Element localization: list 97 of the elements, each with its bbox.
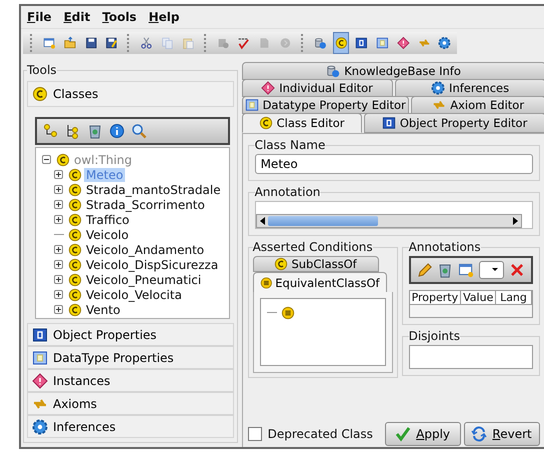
expand-toggle[interactable] [54,260,63,269]
add-subclass-icon[interactable] [43,123,59,139]
accordion-header[interactable]: DataType Properties [27,346,234,369]
expand-toggle[interactable] [54,290,63,299]
panel-title: Tools [27,63,57,77]
diamond-icon [32,372,48,388]
tree-item[interactable]: Strada_mantoStradale [84,182,223,196]
arrows-icon [432,98,446,112]
tree-item[interactable]: Veicolo_Andamento [84,242,206,256]
disjoints-list[interactable] [408,345,533,369]
class-icon [56,152,70,166]
search-icon[interactable] [131,123,147,139]
action-button[interactable]: Revert [464,422,540,446]
tab[interactable]: Individual Editor [242,79,393,97]
tab[interactable]: EquivalentClassOf [252,272,387,292]
accordion-header[interactable]: Object Properties [27,323,234,346]
group-title: Asserted Conditions [252,240,373,254]
action-button[interactable]: Apply [384,422,461,446]
gear-icon [32,418,48,434]
tree-item[interactable]: Traffico [84,212,132,226]
tab[interactable]: Object Property Editor [364,113,544,133]
remove-icon[interactable] [509,261,526,279]
property-icon [382,116,396,130]
class-icon [68,242,82,256]
column-header[interactable]: Value [461,291,496,304]
revert-icon [471,426,488,442]
scroll-bar[interactable] [256,214,522,228]
database-icon [326,64,340,78]
check-icon [395,426,412,442]
checkbox[interactable] [248,427,262,441]
pencil-icon[interactable] [416,261,432,279]
expand-toggle[interactable] [54,215,63,224]
equivalent-icon [280,306,295,320]
class-icon [68,228,82,242]
collapse-toggle[interactable] [42,155,51,164]
gear-icon [431,81,446,95]
tab[interactable]: Class Editor [242,113,362,133]
menu-item[interactable]: File [27,10,52,24]
tree-item[interactable]: Veicolo_Velocita [84,288,184,302]
class-icon [68,288,82,302]
class-icon [68,182,82,196]
tab[interactable]: SubClassOf [252,256,379,272]
group-title: Annotation [254,185,320,199]
deprecated-checkbox[interactable]: Deprecated Class [248,427,382,441]
tree-item[interactable]: Strada_Scorrimento [84,198,207,212]
expand-toggle[interactable] [54,170,63,179]
expand-toggle[interactable] [54,200,63,209]
datatype-icon [32,350,48,366]
class-name-field[interactable]: Meteo [254,154,533,174]
diamond-icon [261,81,276,95]
class-icon [68,258,82,272]
group-title: Class Name [254,138,326,152]
group-title: Annotations [408,240,481,254]
class-icon [68,212,82,226]
tab[interactable]: Axiom Editor [410,96,544,114]
class-icon [258,116,273,130]
accordion-header[interactable]: Axioms [27,392,234,415]
tree-item[interactable]: Veicolo [84,228,131,242]
tree-item[interactable]: Veicolo_Pneumatici [84,272,204,286]
tree-item[interactable]: Vento [84,302,122,316]
tree-item[interactable]: owl:Thing [72,152,134,166]
class-icon [68,168,82,182]
dropdown[interactable] [479,261,504,279]
class-icon [68,302,82,316]
scroll-thumb[interactable] [268,216,378,226]
scroll-right-icon[interactable] [512,217,518,225]
accordion-header[interactable]: Instances [27,369,234,392]
tree-item[interactable]: Veicolo_DispSicurezza [84,258,220,272]
datatype-icon [244,98,259,112]
info-icon[interactable] [109,123,125,139]
accordion-header[interactable]: Inferences [27,415,234,438]
column-header[interactable]: Property [410,291,462,304]
tab[interactable]: Inferences [394,79,544,97]
expand-toggle[interactable] [54,275,63,284]
class-icon [274,257,288,271]
tab[interactable]: Datatype Property Editor [242,96,409,114]
checkbox-label: Deprecated Class [268,427,373,441]
group-title: Disjoints [408,329,460,343]
expand-toggle[interactable] [54,185,63,194]
expand-toggle[interactable] [54,245,63,254]
expand-toggle[interactable] [54,305,63,314]
class-icon [32,86,48,102]
class-icon[interactable] [332,32,350,54]
new-window-icon[interactable] [458,261,474,279]
trash-icon[interactable] [87,123,103,139]
add-sibling-icon[interactable] [65,123,81,139]
accordion-header[interactable]: Classes [27,81,234,107]
menu-item[interactable]: Help [148,10,180,24]
menu-item[interactable]: Tools [102,10,137,24]
class-icon [68,198,82,212]
tree-line [266,312,277,313]
menu-item[interactable]: Edit [64,10,90,24]
tab[interactable]: KnowledgeBase Info [242,62,544,80]
property-icon [32,326,48,342]
class-icon [68,272,82,286]
equivalent-icon [260,276,272,290]
column-header[interactable]: Lang [496,291,532,304]
